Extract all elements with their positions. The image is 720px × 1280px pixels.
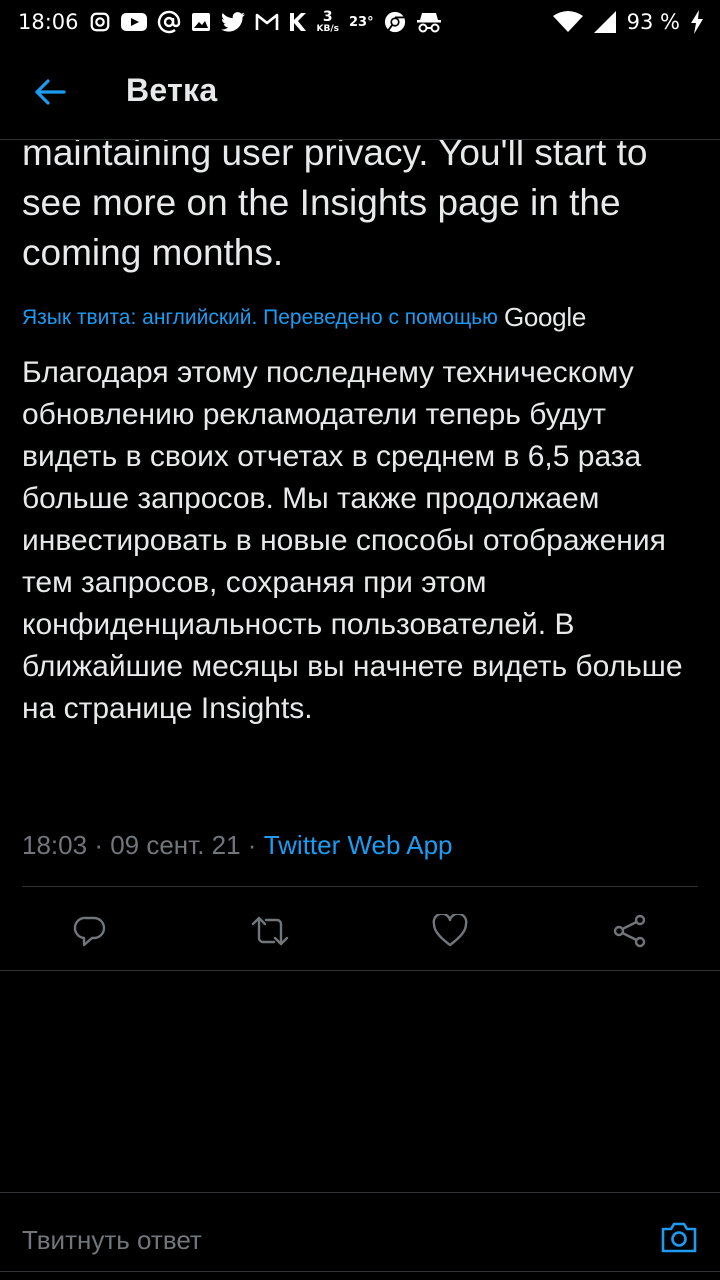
- share-button[interactable]: [610, 911, 650, 951]
- retweet-icon: [251, 916, 289, 946]
- status-bar: 18:06 3 KB/s 23° 93 %: [0, 0, 720, 44]
- reply-button[interactable]: [70, 911, 110, 951]
- tweet-time: 18:03: [22, 830, 88, 860]
- like-button[interactable]: [430, 911, 470, 951]
- camera-icon: [661, 1222, 697, 1253]
- network-speed-value: 3: [322, 8, 333, 25]
- retweet-button[interactable]: [250, 911, 290, 951]
- reply-composer: Твитнуть ответ: [0, 1192, 720, 1272]
- back-button[interactable]: [30, 74, 70, 110]
- twitter-bird-icon: [220, 12, 245, 32]
- at-sign-icon: [157, 10, 181, 34]
- google-logo: Google: [503, 302, 586, 332]
- gallery-icon: [191, 12, 211, 32]
- heart-icon: [432, 914, 468, 947]
- meta-separator: ·: [94, 830, 111, 860]
- tweet-actions: [0, 887, 720, 971]
- youtube-icon: [120, 12, 147, 32]
- network-speed-indicator: 3 KB/s: [316, 8, 340, 34]
- page-title: Ветка: [126, 72, 218, 108]
- tweet-original-text: maintaining user privacy. You'll start t…: [22, 132, 648, 273]
- status-bar-right: 93 %: [552, 10, 704, 34]
- reply-icon: [73, 916, 106, 947]
- tweet-date: 09 сент. 21: [110, 830, 241, 860]
- status-bar-left: 18:06 3 KB/s 23°: [18, 10, 442, 34]
- arrow-left-icon: [35, 79, 66, 105]
- reply-input[interactable]: Твитнуть ответ: [22, 1225, 202, 1256]
- network-speed-unit: KB/s: [316, 23, 340, 34]
- tweet-translated-text: Благодаря этому последнему техническому …: [22, 356, 683, 725]
- temperature-indicator: 23°: [349, 14, 374, 30]
- cellular-signal-icon: [593, 11, 617, 33]
- meta-separator: ·: [247, 830, 264, 860]
- translation-label: Язык твита: английский. Переведено с пом…: [22, 305, 498, 329]
- share-icon: [613, 914, 646, 948]
- battery-percent: 93 %: [626, 10, 680, 34]
- app-bar: Ветка: [0, 44, 720, 140]
- gmail-icon: [255, 12, 279, 32]
- tweet-meta: 18:03 · 09 сент. 21 · Twitter Web App: [22, 830, 453, 861]
- camera-button[interactable]: [660, 1219, 698, 1255]
- charging-bolt-icon: [690, 10, 704, 34]
- status-time: 18:06: [18, 10, 79, 34]
- kinopoisk-icon: [289, 12, 307, 32]
- chrome-icon: [384, 11, 406, 33]
- wifi-icon: [552, 11, 583, 33]
- translation-attribution[interactable]: Язык твита: английский. Переведено с пом…: [22, 302, 712, 333]
- instagram-icon: [89, 11, 111, 33]
- tweet-source-link[interactable]: Twitter Web App: [264, 830, 453, 860]
- incognito-icon: [416, 11, 442, 33]
